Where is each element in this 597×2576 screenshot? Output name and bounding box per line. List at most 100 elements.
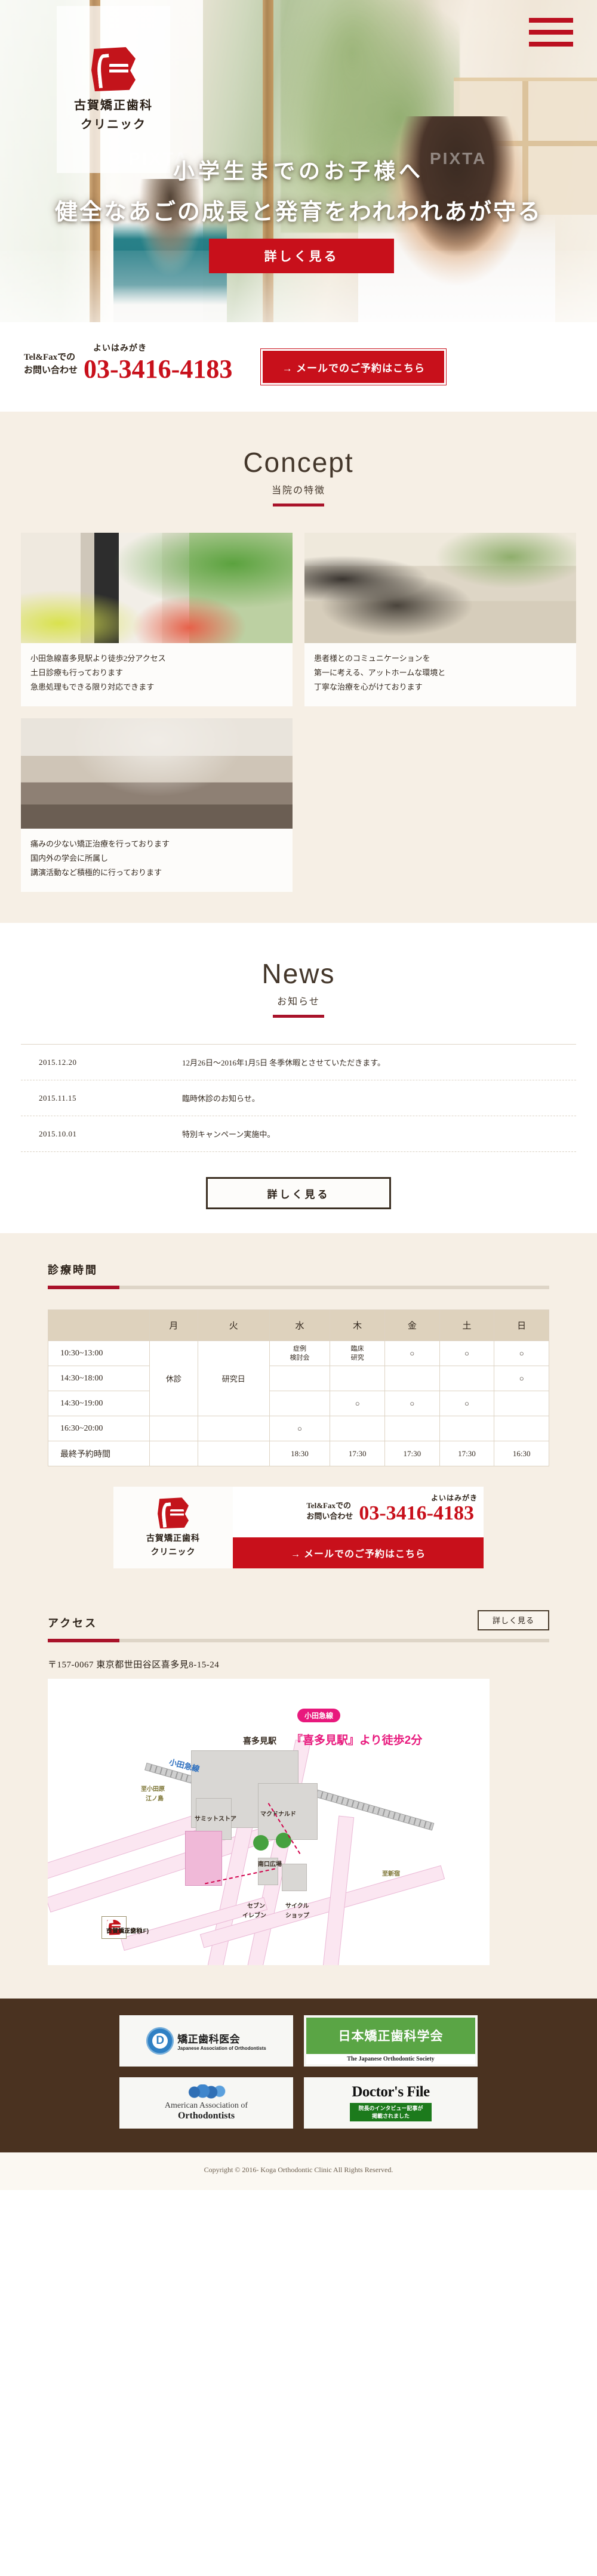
cell-fri: ○	[384, 1391, 440, 1417]
clinic-logo-icon	[91, 47, 136, 91]
concept-card[interactable]: 小田急線喜多見駅より徒歩2分アクセス 土日診療も行っております 急患処理もできる…	[21, 533, 293, 707]
mail-reservation-button[interactable]: → メールでのご予約はこちら	[260, 348, 447, 385]
clinic-entrance-photo	[21, 533, 293, 643]
cell-sat: 17:30	[439, 1441, 495, 1467]
jao-jp-label: 矯正歯科医会	[177, 2033, 241, 2045]
heading-rule	[48, 1638, 549, 1642]
map-plaza-label: 南口広場	[258, 1861, 282, 1868]
tel-yomi: よいはみがき	[93, 344, 147, 354]
header-cell-tue: 火	[197, 1309, 270, 1342]
cell-wed: ○	[269, 1416, 331, 1442]
site-logo[interactable]: 古賀矯正歯科 クリニック	[57, 6, 170, 173]
clinic-hours-table: 月 火 水 木 金 土 日 10:30~13:00 休診 研究日 症例 検討会 …	[48, 1309, 549, 1467]
header-cell-wed: 水	[269, 1309, 331, 1342]
news-date: 2015.11.15	[39, 1093, 77, 1102]
cell-sat: ○	[439, 1391, 495, 1417]
badge-doctors-file[interactable]: Doctor's File 院長のインタビュー記事が 掲載されました	[304, 2077, 478, 2129]
doctors-file-band-line1: 院長のインタビュー記事が	[358, 2105, 423, 2112]
badge-american-association-of-orthodontists[interactable]: American Association of Orthodontists	[119, 2077, 293, 2129]
mail-reservation-button[interactable]: → メールでのご予約はこちら	[233, 1537, 484, 1568]
jos-jp-label: 日本矯正歯科学会	[306, 2017, 475, 2054]
schedule-section: 診療時間 月 火 水 木 金 土 日 10:30~13:00 休診 研究日 症例…	[0, 1233, 597, 1589]
row-label: 14:30~19:00	[48, 1391, 150, 1417]
heading-underline	[273, 504, 324, 506]
table-row: 14:30~19:00 ○ ○ ○	[48, 1391, 549, 1417]
aao-line1: American Association of	[164, 2101, 248, 2110]
access-heading: アクセス	[48, 1617, 98, 1629]
tel-number: 03-3416-4183	[359, 1502, 474, 1525]
clinic-logo-icon	[158, 1497, 189, 1529]
hero-headline: 小学生までのお子様へ 健全なあごの成長と発育をわれわれあが守る	[0, 154, 597, 226]
treatment-room-photo	[304, 533, 576, 643]
hero-headline-line2: 健全なあごの成長と発育をわれわれあが守る	[54, 200, 543, 225]
logo-name-line2: クリニック	[81, 118, 146, 131]
map-to-odawara-line1: 至小田原	[141, 1786, 165, 1793]
news-more-button[interactable]: 詳しく見る	[206, 1177, 391, 1210]
map-cycle-line2: ショップ	[285, 1912, 309, 1919]
burger-bar	[529, 42, 573, 47]
telephone-block[interactable]: Tel&Faxでの お問い合わせ よいはみがき 03-3416-4183	[24, 344, 232, 382]
concept-card[interactable]: 痛みの少ない矯正治療を行っております 国内外の学会に所属し 講演活動など積極的に…	[21, 718, 293, 892]
hero-headline-line1: 小学生までのお子様へ	[173, 159, 424, 183]
concept-card-caption: 患者様とのコミュニケーションを 第一に考える、アットホームな環境と 丁寧な治療を…	[314, 654, 446, 692]
concept-title-jp: 当院の特徴	[271, 486, 325, 496]
burger-bar	[529, 30, 573, 35]
news-item[interactable]: 2015.11.15 臨時休診のお知らせ。	[21, 1080, 576, 1117]
footer-badges-section: 矯正歯科医会 Japanese Association of Orthodont…	[0, 1998, 597, 2152]
news-date: 2015.10.01	[39, 1129, 77, 1138]
map-tree-icon	[253, 1834, 269, 1851]
cta-right-column: よいはみがき Tel&Faxでの お問い合わせ 03-3416-4183 → メ…	[233, 1487, 484, 1568]
access-map[interactable]: 小田急線 『喜多見駅』より徒歩2分 小田急線 喜多見駅 至小田原 江ノ島 至新宿…	[48, 1678, 490, 1965]
cell-tue	[197, 1416, 270, 1442]
cell-fri: 17:30	[384, 1441, 440, 1467]
cell-wed: 症例 検討会	[269, 1340, 331, 1367]
map-line-pill: 小田急線	[297, 1708, 341, 1722]
row-label: 16:30~20:00	[48, 1416, 150, 1442]
concept-card-list: 小田急線喜多見駅より徒歩2分アクセス 土日診療も行っております 急患処理もできる…	[21, 533, 576, 892]
cell-tue	[197, 1441, 270, 1467]
header-cell-thu: 木	[330, 1309, 385, 1342]
hero-cta-button[interactable]: 詳しく見る	[209, 239, 394, 273]
burger-bar	[529, 18, 573, 23]
map-seven-line1: セブン	[247, 1902, 265, 1910]
tel-label-line2: お問い合わせ	[306, 1512, 353, 1521]
map-cycle-line1: サイクル	[285, 1902, 309, 1910]
cell-mon	[149, 1441, 198, 1467]
cell-sun: ○	[494, 1366, 549, 1392]
map-clinic-callout[interactable]: 古賀矯正歯科 クリニック (1F)	[101, 1916, 149, 1939]
header-cell-sat: 土	[439, 1309, 495, 1342]
schedule-block: 診療時間 月 火 水 木 金 土 日 10:30~13:00 休診 研究日 症例…	[48, 1262, 549, 1568]
access-more-button[interactable]: 詳しく見る	[478, 1610, 549, 1630]
lecture-hall-photo	[21, 718, 293, 829]
concept-card[interactable]: 患者様とのコミュニケーションを 第一に考える、アットホームな環境と 丁寧な治療を…	[304, 533, 576, 707]
news-title-jp: お知らせ	[277, 997, 320, 1008]
news-list: 2015.12.20 12月26日〜2016年1月5日 冬季休暇とさせていただき…	[21, 1044, 576, 1153]
map-clinic-line2: クリニック (1F)	[106, 1928, 149, 1935]
cell-sun	[494, 1416, 549, 1442]
news-item[interactable]: 2015.12.20 12月26日〜2016年1月5日 冬季休暇とさせていただき…	[21, 1045, 576, 1081]
badge-japanese-orthodontic-society[interactable]: 日本矯正歯科学会 The Japanese Orthodontic Societ…	[304, 2015, 478, 2067]
news-item[interactable]: 2015.10.01 特別キャンペーン実施中。	[21, 1116, 576, 1153]
badge-grid: 矯正歯科医会 Japanese Association of Orthodont…	[119, 2015, 478, 2129]
doctors-file-title: Doctor's File	[352, 2084, 430, 2101]
news-text: 臨時休診のお知らせ。	[182, 1094, 260, 1104]
badge-japanese-association-of-orthodontists[interactable]: 矯正歯科医会 Japanese Association of Orthodont…	[119, 2015, 293, 2067]
tel-label-line1: Tel&Faxでの	[24, 353, 76, 363]
aao-logo-icon	[187, 2084, 226, 2100]
cell-wed	[269, 1366, 331, 1392]
copyright: Copyright © 2016- Koga Orthodontic Clini…	[0, 2152, 597, 2190]
clinic-address: 〒157-0067 東京都世田谷区喜多見8-15-24	[48, 1660, 220, 1670]
cell-sat	[439, 1366, 495, 1392]
cta-logo[interactable]: 古賀矯正歯科 クリニック	[113, 1487, 233, 1568]
logo-name-line2: クリニック	[150, 1548, 196, 1557]
contact-bar: Tel&Faxでの お問い合わせ よいはみがき 03-3416-4183 → メ…	[0, 322, 597, 412]
cell-thu	[330, 1366, 385, 1392]
header-cell-fri: 金	[384, 1309, 440, 1342]
jao-seal-icon	[146, 2027, 174, 2055]
access-section: アクセス 詳しく見る 〒157-0067 東京都世田谷区喜多見8-15-24 小…	[0, 1588, 597, 1999]
hamburger-menu-icon[interactable]	[529, 18, 573, 54]
cta-telephone-block[interactable]: よいはみがき Tel&Faxでの お問い合わせ 03-3416-4183	[233, 1487, 484, 1537]
map-to-shinjuku: 至新宿	[382, 1870, 400, 1877]
concept-card-caption: 痛みの少ない矯正治療を行っております 国内外の学会に所属し 講演活動など積極的に…	[30, 839, 170, 878]
tel-label-line1: Tel&Faxでの	[306, 1500, 351, 1510]
